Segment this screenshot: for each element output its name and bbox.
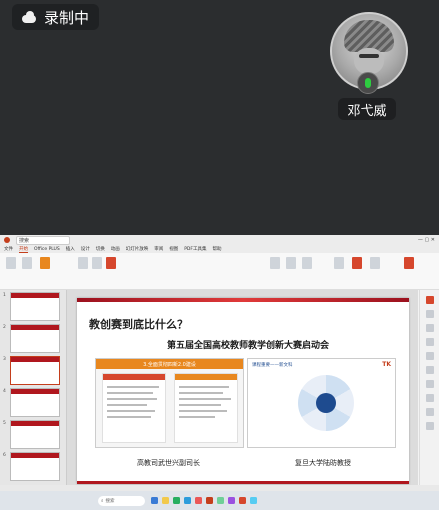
- app-icon[interactable]: [206, 497, 213, 504]
- right-panel-logo: TK: [382, 361, 391, 368]
- ribbon-button[interactable]: [92, 257, 102, 269]
- slide-canvas: 教创赛到底比什么？ 第五届全国高校教师教学创新大赛启动会 3.全面贯彻四新2.0…: [67, 290, 418, 495]
- left-caption: 高教司武世兴副司长: [137, 459, 200, 467]
- slide-header-stripe: [77, 298, 409, 302]
- diagram-wheel: [298, 375, 354, 431]
- app-icon[interactable]: [184, 497, 191, 504]
- slide-thumbnail[interactable]: 6: [3, 452, 60, 481]
- tool-icon[interactable]: [426, 324, 434, 332]
- menu-item[interactable]: Office PLUS: [34, 247, 60, 252]
- right-panel-header: 课程重要——新文科: [252, 363, 293, 368]
- slide-number: 6: [3, 453, 6, 458]
- slide-thumbnail-pane: 1 2 3 4 5 6: [0, 290, 67, 495]
- menu-item[interactable]: 文件: [4, 246, 13, 252]
- tool-icon[interactable]: [426, 422, 434, 430]
- tool-icon[interactable]: [426, 352, 434, 360]
- tool-icon[interactable]: [426, 366, 434, 374]
- recording-label: 录制中: [44, 8, 90, 27]
- tool-icon[interactable]: [426, 408, 434, 416]
- app-icon[interactable]: [173, 497, 180, 504]
- menu-bar: 文件 开始 Office PLUS 插入 设计 切换 动画 幻灯片放映 审阅 视…: [0, 245, 439, 253]
- menu-item[interactable]: 切换: [96, 246, 105, 252]
- slide-number: 2: [3, 325, 6, 330]
- menu-item[interactable]: 审阅: [154, 246, 163, 252]
- title-search-box[interactable]: 搜索: [16, 235, 70, 245]
- slide-number: 4: [3, 389, 6, 394]
- right-lecture-image: 课程重要——新文科 TK: [247, 358, 396, 448]
- ribbon-button[interactable]: [286, 257, 296, 269]
- tool-icon[interactable]: [426, 296, 434, 304]
- slide-title: 教创赛到底比什么？: [89, 318, 188, 331]
- app-icon[interactable]: [250, 497, 257, 504]
- slide-thumbnail[interactable]: 4: [3, 388, 60, 417]
- recording-badge[interactable]: 录制中: [12, 4, 100, 30]
- ribbon-button[interactable]: [270, 257, 280, 269]
- app-icon[interactable]: [239, 497, 246, 504]
- current-slide[interactable]: 教创赛到底比什么？ 第五届全国高校教师教学创新大赛启动会 3.全面贯彻四新2.0…: [77, 298, 409, 484]
- menu-item[interactable]: 帮助: [213, 246, 222, 252]
- ribbon-button[interactable]: [352, 257, 362, 269]
- menu-item[interactable]: 设计: [81, 246, 90, 252]
- menu-item[interactable]: PDF工具集: [184, 246, 206, 252]
- search-icon: ⌕: [101, 498, 104, 504]
- taskbar-search[interactable]: ⌕ 搜索: [98, 495, 145, 506]
- slide-thumbnail[interactable]: 2: [3, 324, 60, 353]
- menu-item[interactable]: 插入: [66, 246, 75, 252]
- tool-icon[interactable]: [426, 338, 434, 346]
- taskbar-apps: [151, 497, 257, 504]
- shared-screen: 搜索 — ▢ ✕ 文件 开始 Office PLUS 插入 设计 切换 动画 幻…: [0, 235, 439, 510]
- app-logo-icon: [4, 237, 10, 243]
- app-icon[interactable]: [151, 497, 158, 504]
- tool-icon[interactable]: [426, 394, 434, 402]
- left-lecture-image: 3.全面贯彻四新2.0建设: [95, 358, 244, 448]
- ribbon-button[interactable]: [370, 257, 380, 269]
- app-icon[interactable]: [162, 497, 169, 504]
- right-tool-panel: [419, 290, 439, 495]
- slide-number: 5: [3, 421, 6, 426]
- windows-taskbar: ⌕ 搜索: [0, 491, 439, 510]
- app-icon[interactable]: [217, 497, 224, 504]
- taskbar-search-label: 搜索: [105, 498, 115, 504]
- ribbon-button[interactable]: [404, 257, 414, 269]
- slide-thumbnail[interactable]: 5: [3, 420, 60, 449]
- right-caption: 复旦大学陆昉教授: [295, 459, 351, 467]
- ribbon-button[interactable]: [78, 257, 88, 269]
- left-panel-column: [102, 373, 166, 443]
- cloud-icon: [20, 11, 38, 23]
- slide-thumbnail[interactable]: 1: [3, 292, 60, 321]
- participant-name: 邓弋威: [338, 98, 396, 120]
- ribbon-button[interactable]: [106, 257, 116, 269]
- ribbon-button[interactable]: [22, 257, 32, 269]
- slide-number: 1: [3, 293, 6, 298]
- tool-icon[interactable]: [426, 310, 434, 318]
- window-controls[interactable]: — ▢ ✕: [418, 237, 439, 243]
- app-icon[interactable]: [195, 497, 202, 504]
- ribbon-button[interactable]: [302, 257, 312, 269]
- menu-item[interactable]: 视图: [169, 246, 178, 252]
- title-search-label: 搜索: [19, 237, 30, 244]
- app-titlebar: 搜索 — ▢ ✕: [0, 235, 439, 245]
- microphone-icon[interactable]: [357, 72, 379, 94]
- ribbon-button[interactable]: [40, 257, 50, 269]
- slide-footer-stripe: [77, 481, 409, 484]
- left-panel-header: 3.全面贯彻四新2.0建设: [96, 359, 243, 369]
- ribbon-toolbar: [0, 253, 439, 290]
- menu-item-active[interactable]: 开始: [19, 246, 28, 253]
- ribbon-button[interactable]: [6, 257, 16, 269]
- right-panel-column: [174, 373, 238, 443]
- ribbon-button[interactable]: [334, 257, 344, 269]
- menu-item[interactable]: 幻灯片放映: [126, 246, 149, 252]
- slide-subtitle: 第五届全国高校教师教学创新大赛启动会: [167, 341, 330, 351]
- app-icon[interactable]: [228, 497, 235, 504]
- tool-icon[interactable]: [426, 380, 434, 388]
- menu-item[interactable]: 动画: [111, 246, 120, 252]
- slide-thumbnail-selected[interactable]: 3: [3, 356, 60, 385]
- slide-number: 3: [3, 357, 6, 362]
